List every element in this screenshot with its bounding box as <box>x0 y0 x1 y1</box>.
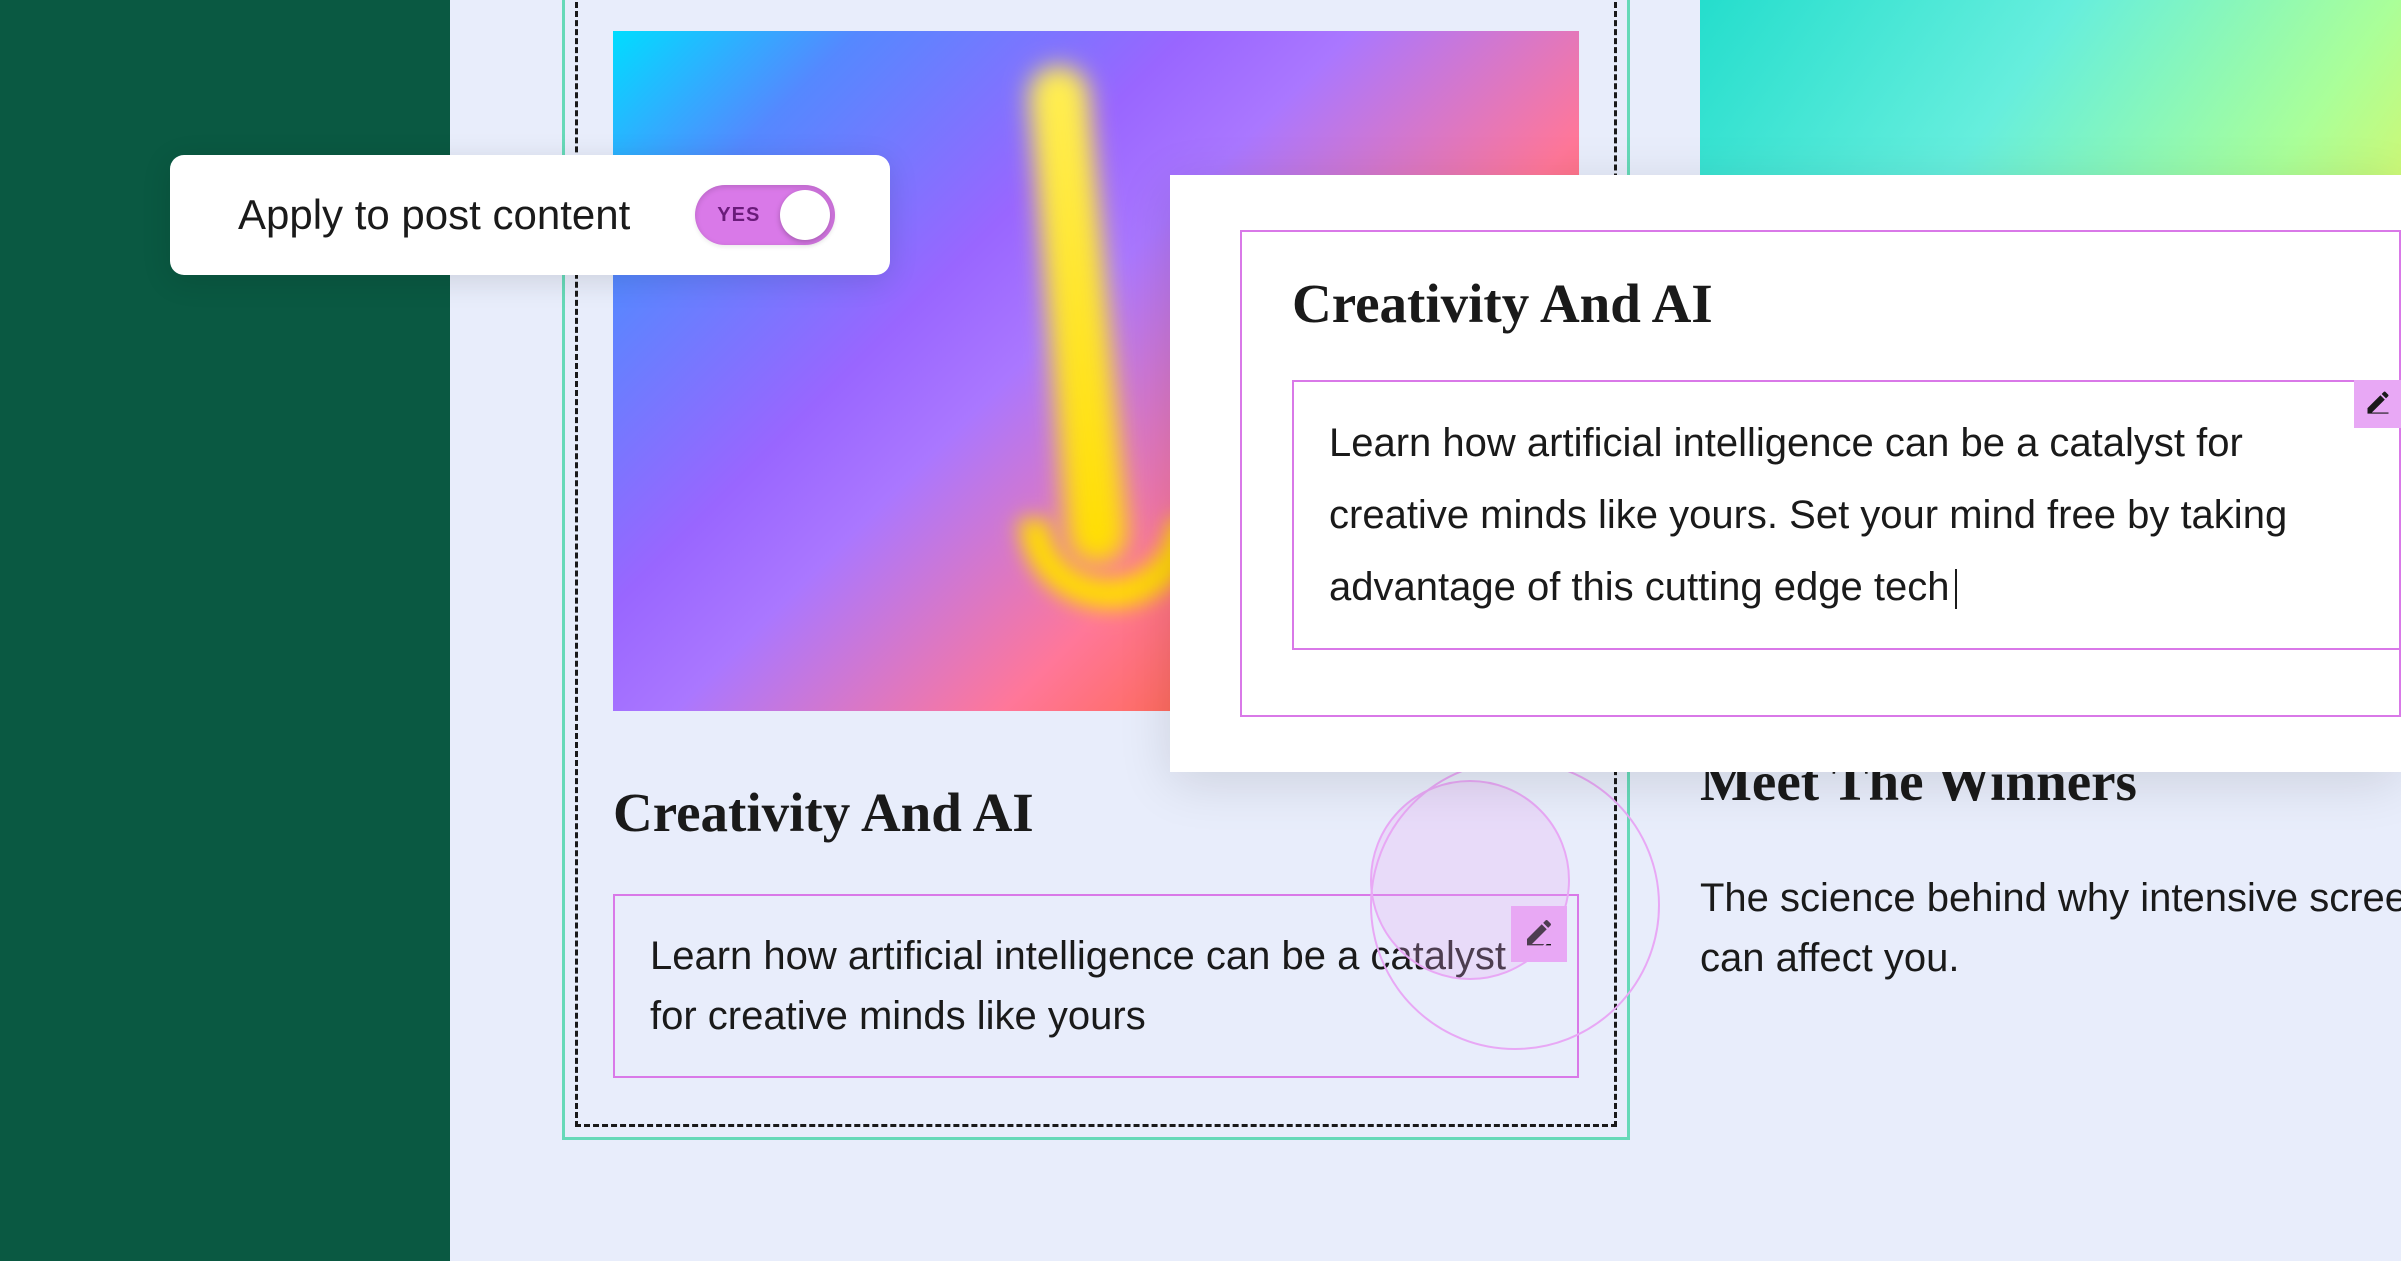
editor-text-content: Learn how artificial intelligence can be… <box>1329 407 2365 623</box>
post-description-primary: Learn how artificial intelligence can be… <box>650 926 1542 1046</box>
editor-text-input[interactable]: Learn how artificial intelligence can be… <box>1292 380 2401 650</box>
editor-edit-button[interactable] <box>2354 380 2401 428</box>
editor-title: Creativity And AI <box>1292 272 2399 335</box>
apply-toggle-panel: Apply to post content YES <box>170 155 890 275</box>
toggle-label: Apply to post content <box>238 191 630 239</box>
post-description-secondary: The science behind why intensive screens… <box>1700 868 2401 988</box>
pencil-icon <box>1523 916 1555 953</box>
text-cursor <box>1955 569 1957 609</box>
toggle-knob <box>780 190 830 240</box>
post-title-primary: Creativity And AI <box>613 781 1579 844</box>
edit-button[interactable] <box>1511 906 1567 962</box>
toggle-state-text: YES <box>717 204 760 227</box>
pencil-icon <box>2364 388 2392 421</box>
content-editor-popup: Creativity And AI Learn how artificial i… <box>1170 175 2401 772</box>
post-description-box[interactable]: Learn how artificial intelligence can be… <box>613 894 1579 1078</box>
editor-selection-outer: Creativity And AI Learn how artificial i… <box>1240 230 2401 717</box>
apply-toggle[interactable]: YES <box>695 185 835 245</box>
